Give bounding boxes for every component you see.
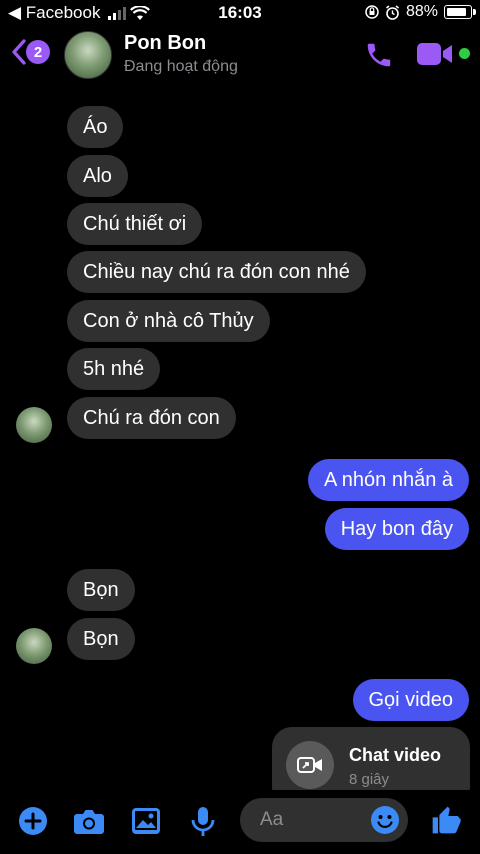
sender-avatar[interactable] — [16, 628, 52, 664]
online-indicator — [459, 48, 470, 59]
message-outgoing[interactable]: Hay bon đây — [324, 508, 469, 550]
unread-badge: 2 — [26, 40, 50, 64]
back-button[interactable]: 2 — [10, 38, 50, 66]
video-call-icon[interactable] — [416, 42, 454, 66]
message-incoming[interactable]: Chú ra đón con — [67, 397, 236, 439]
contact-name[interactable]: Pon Bon — [124, 32, 206, 55]
contact-avatar[interactable] — [64, 31, 112, 79]
message-incoming[interactable]: 5h nhé — [67, 348, 161, 390]
emoji-icon[interactable] — [370, 805, 400, 835]
message-input[interactable]: Aa — [240, 798, 408, 842]
microphone-icon[interactable] — [190, 806, 216, 838]
message-incoming[interactable]: Áo — [67, 106, 124, 148]
alarm-icon — [385, 4, 399, 20]
video-call-duration: 8 giây — [349, 771, 390, 788]
video-call-title: Chat video — [349, 745, 442, 765]
video-camera-icon — [286, 741, 334, 789]
camera-icon[interactable] — [73, 807, 105, 835]
message-input-placeholder: Aa — [260, 809, 284, 830]
plus-icon[interactable] — [18, 806, 48, 836]
thumbs-up-icon[interactable] — [430, 804, 462, 836]
battery-icon — [444, 5, 476, 19]
contact-status: Đang hoạt động — [124, 58, 238, 75]
status-bar: ◀ Facebook 16:03 88% — [0, 0, 480, 26]
message-incoming[interactable]: Bọn — [67, 569, 135, 611]
message-outgoing[interactable]: A nhón nhắn à — [307, 459, 469, 501]
message-incoming[interactable]: Alo — [67, 155, 128, 197]
phone-call-icon[interactable] — [364, 40, 394, 70]
chat-header: 2 Pon Bon Đang hoạt động — [0, 26, 480, 84]
gallery-icon[interactable] — [131, 807, 161, 835]
battery-percent: 88% — [405, 3, 438, 20]
message-incoming[interactable]: Chú thiết ơi — [67, 203, 203, 245]
rotation-lock-icon — [365, 5, 379, 19]
message-incoming[interactable]: Chiều nay chú ra đón con nhé — [67, 251, 366, 293]
message-outgoing[interactable]: Gọi video — [352, 679, 469, 721]
message-incoming[interactable]: Bọn — [67, 618, 135, 660]
composer-bar: Aa — [0, 790, 480, 854]
sender-avatar[interactable] — [16, 407, 52, 443]
message-incoming[interactable]: Con ở nhà cô Thủy — [67, 300, 270, 342]
